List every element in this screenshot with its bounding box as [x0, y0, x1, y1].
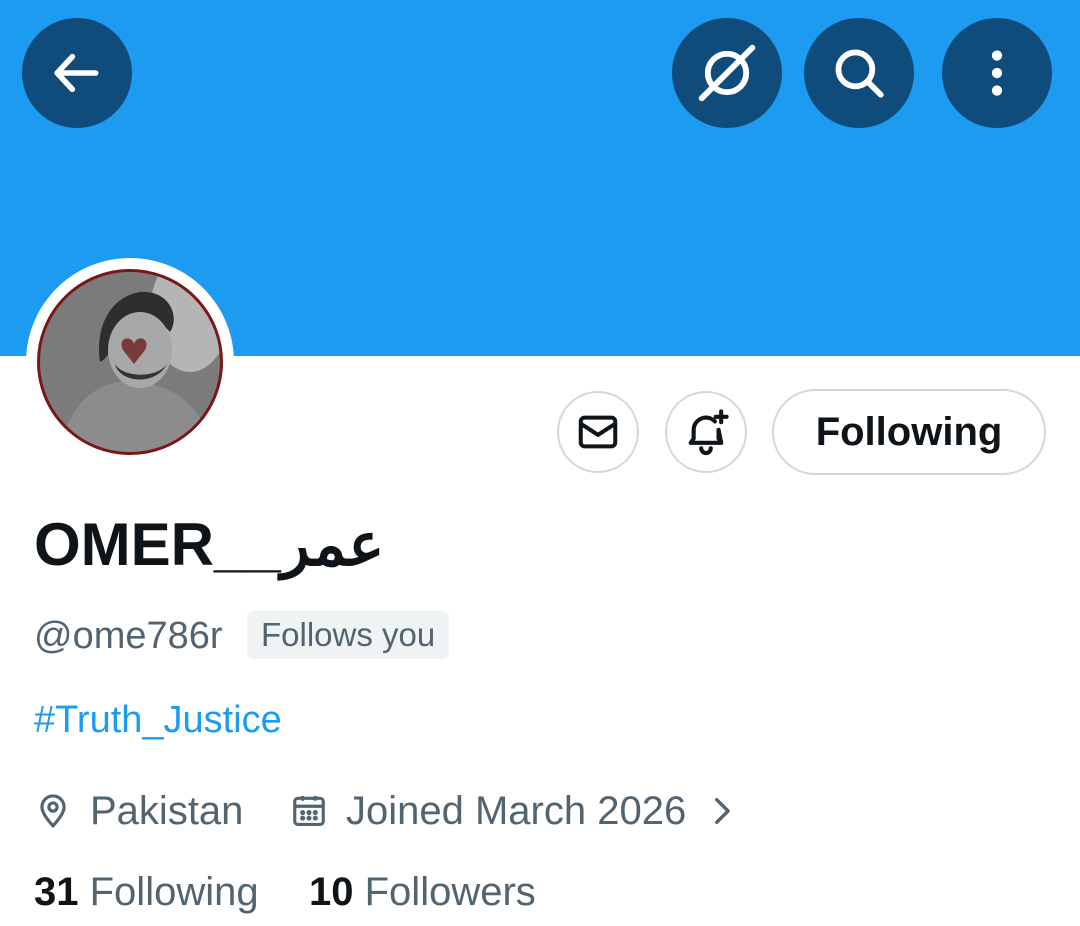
follows-you-badge: Follows you — [247, 611, 450, 659]
more-vertical-icon — [991, 50, 1003, 96]
following-count-link[interactable]: 31 Following — [34, 870, 259, 915]
following-button[interactable]: Following — [772, 389, 1046, 475]
back-button[interactable] — [22, 18, 132, 128]
followers-count-link[interactable]: 10 Followers — [309, 870, 536, 915]
bell-plus-icon — [688, 409, 729, 456]
user-handle: @ome786r — [34, 615, 223, 657]
chevron-right-icon — [715, 797, 731, 825]
following-label: Following — [89, 870, 259, 914]
followers-label: Followers — [364, 870, 536, 914]
location: Pakistan — [34, 784, 243, 838]
search-button[interactable] — [804, 18, 914, 128]
bio-hashtag[interactable]: #Truth_Justice — [34, 699, 282, 742]
location-pin-icon — [40, 794, 66, 828]
location-text: Pakistan — [90, 788, 244, 833]
envelope-icon — [578, 415, 618, 449]
grok-icon — [698, 44, 756, 102]
followers-count: 10 — [309, 870, 354, 914]
joined-text: Joined March 2026 — [346, 788, 687, 833]
search-icon — [835, 49, 884, 98]
grok-button[interactable] — [672, 18, 782, 128]
more-button[interactable] — [942, 18, 1052, 128]
following-count: 31 — [34, 870, 79, 914]
notifications-button[interactable] — [665, 391, 747, 473]
joined-date[interactable]: Joined March 2026 — [290, 784, 738, 838]
avatar[interactable] — [26, 258, 234, 466]
calendar-icon — [293, 795, 325, 827]
avatar-image — [37, 269, 223, 455]
message-button[interactable] — [557, 391, 639, 473]
display-name: OMER__عمر — [34, 511, 385, 578]
arrow-left-icon — [54, 53, 99, 93]
